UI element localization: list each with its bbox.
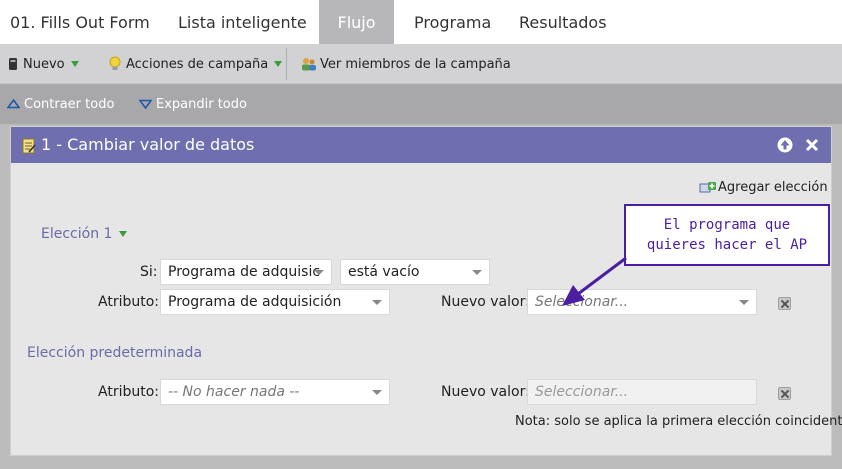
collapse-expand-bar: Contraer todo Expandir todo [0, 84, 842, 124]
collapse-icon [7, 99, 20, 109]
new-value-select[interactable]: Seleccionar... [527, 289, 757, 315]
default-new-value-field[interactable]: Seleccionar... [527, 379, 757, 405]
tab-flow[interactable]: Flujo [319, 0, 394, 44]
campaign-actions-label: Acciones de campaña [126, 56, 269, 72]
toolbar-divider [286, 48, 287, 80]
panel-title: 1 - Cambiar valor de datos [41, 135, 255, 154]
chevron-down-icon [70, 61, 79, 67]
panel-header[interactable]: 1 - Cambiar valor de datos [11, 127, 831, 163]
expand-all-label: Expandir todo [156, 96, 247, 112]
default-attribute-value: -- No hacer nada -- [168, 384, 300, 400]
new-value-placeholder: Seleccionar... [535, 294, 629, 310]
view-members-button[interactable]: Ver miembros de la campaña [300, 44, 511, 84]
collapse-all-label: Contraer todo [24, 96, 115, 112]
collapse-all-button[interactable]: Contraer todo [7, 84, 114, 124]
if-field-select[interactable]: Programa de adquisic [160, 259, 332, 285]
remove-default-choice-icon[interactable] [778, 387, 791, 400]
tab-campaign-name[interactable]: 01. Fills Out Form [0, 0, 166, 44]
add-choice-label: Agregar elección [718, 180, 828, 195]
if-operator-value: está vacío [348, 264, 420, 280]
new-button[interactable]: Nuevo [7, 44, 79, 84]
default-choice-title: Elección predeterminada [27, 345, 203, 361]
chevron-down-icon [472, 270, 482, 275]
tab-smart-list[interactable]: Lista inteligente [166, 0, 319, 44]
default-new-value-label: Nuevo valor: [441, 384, 530, 400]
move-up-icon[interactable] [777, 137, 793, 153]
chevron-down-icon [372, 390, 382, 395]
chevron-down-icon [739, 300, 749, 305]
default-attribute-label: Atributo: [98, 384, 159, 400]
chevron-down-icon [372, 300, 382, 305]
new-value-label: Nuevo valor: [441, 294, 530, 310]
attribute-select[interactable]: Programa de adquisición [160, 289, 390, 315]
add-choice-button[interactable]: Agregar elección [699, 180, 828, 195]
default-attribute-select[interactable]: -- No hacer nada -- [160, 379, 390, 405]
chevron-down-icon [314, 270, 324, 275]
tab-results[interactable]: Resultados [507, 0, 627, 44]
default-new-value-placeholder: Seleccionar... [535, 384, 629, 400]
chevron-down-icon [118, 231, 127, 237]
add-choice-icon [699, 181, 716, 192]
callout-line-2: quieres hacer el AP [646, 237, 808, 253]
toolbar: Nuevo Acciones de campaña Ver miembros d… [0, 44, 842, 84]
new-label: Nuevo [23, 56, 65, 72]
tab-schedule[interactable]: Programa [394, 0, 507, 44]
callout-line-1: El programa que [663, 217, 791, 233]
close-icon[interactable] [805, 138, 819, 152]
attribute-label: Atributo: [98, 294, 159, 310]
expand-icon [139, 99, 152, 109]
if-operator-select[interactable]: está vacío [340, 259, 490, 285]
if-field-value: Programa de adquisic [168, 264, 321, 280]
choice-1-title[interactable]: Elección 1 [41, 226, 127, 242]
expand-all-button[interactable]: Expandir todo [139, 84, 247, 124]
first-match-note: Nota: solo se aplica la primera elección… [515, 414, 842, 429]
chevron-down-icon [274, 61, 283, 67]
campaign-actions-button[interactable]: Acciones de campaña [108, 44, 283, 84]
annotation-callout: El programa que quieres hacer el AP [624, 204, 830, 266]
view-members-label: Ver miembros de la campaña [320, 56, 511, 72]
attribute-value: Programa de adquisición [168, 294, 342, 310]
new-icon [9, 58, 17, 70]
lightbulb-icon [109, 56, 121, 70]
change-data-value-icon [22, 138, 36, 154]
choice-1-title-text: Elección 1 [41, 226, 113, 242]
tab-bar: 01. Fills Out Form Lista inteligente Flu… [0, 0, 842, 44]
members-icon [302, 58, 316, 71]
if-label: Si: [140, 264, 158, 280]
flow-step-panel: 1 - Cambiar valor de datos Agregar elecc… [10, 126, 842, 456]
remove-choice-icon[interactable] [778, 297, 791, 310]
